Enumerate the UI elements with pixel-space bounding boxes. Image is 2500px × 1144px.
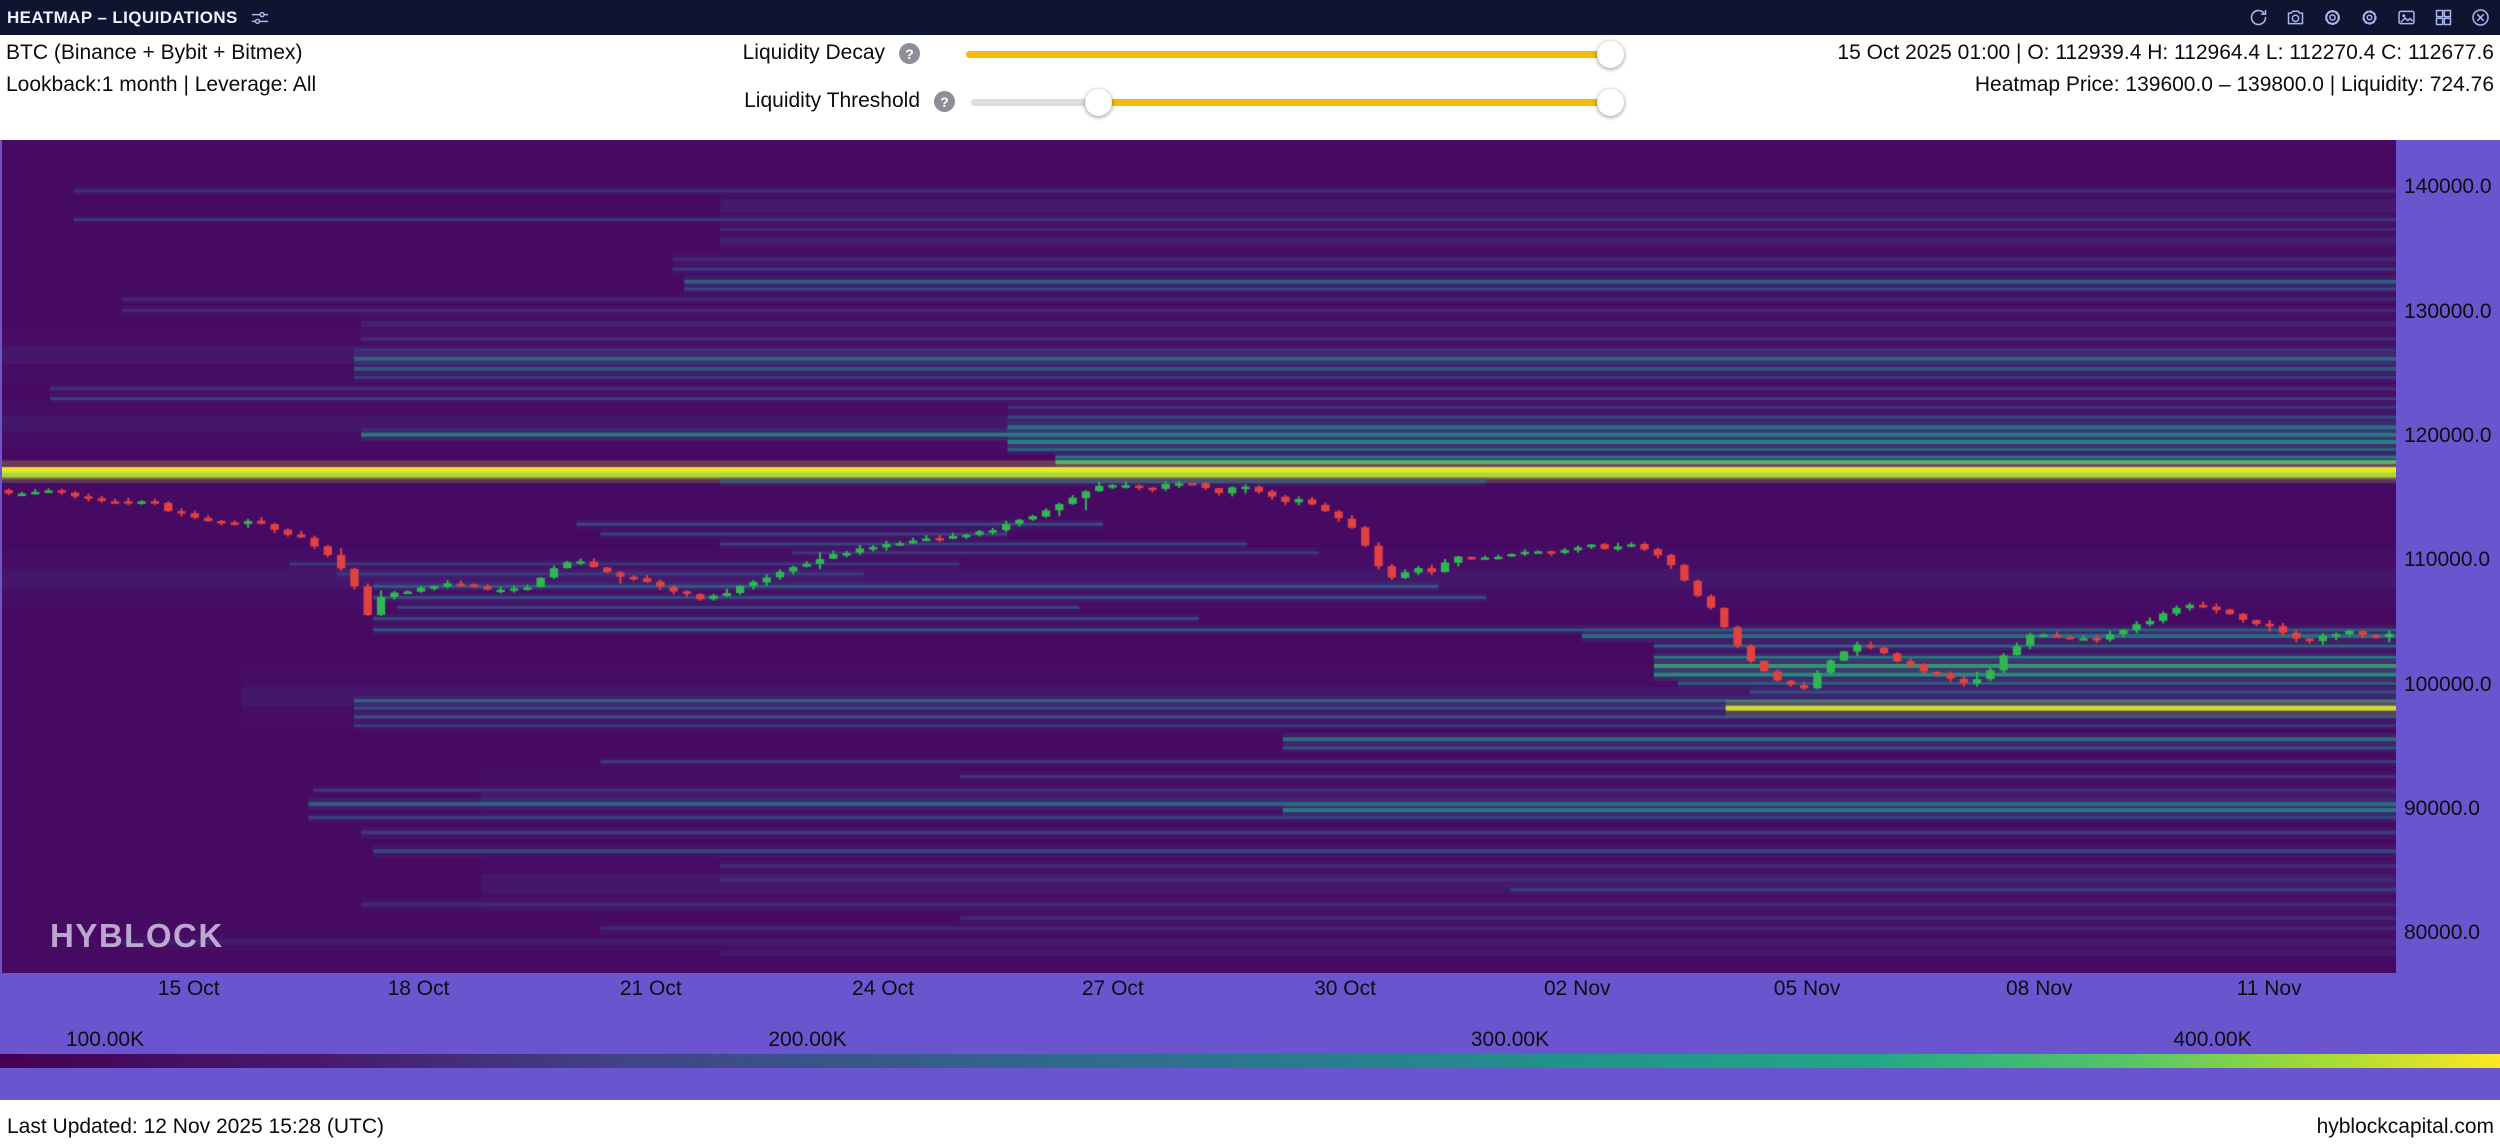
colorbar-gradient <box>0 1054 2500 1068</box>
ohlc-info: 15 Oct 2025 01:00 | O: 112939.4 H: 11296… <box>1837 41 2494 65</box>
liquidity-decay-handle[interactable] <box>1597 41 1624 68</box>
image-icon[interactable] <box>2396 7 2417 28</box>
slider-range-fill <box>1098 99 1610 106</box>
watermark: HYBLOCK <box>50 917 224 955</box>
settings-icon[interactable] <box>2322 7 2343 28</box>
y-axis-tick: 130000.0 <box>2404 300 2492 324</box>
website-link[interactable]: hyblockcapital.com <box>2317 1115 2494 1139</box>
liquidation-heatmap-chart[interactable] <box>2 140 2396 973</box>
y-axis-tick: 120000.0 <box>2404 424 2492 448</box>
colorbar-tick: 100.00K <box>40 1028 170 1052</box>
figure: HYBLOCK 140000.0 130000.0 120000.0 110000.0… <box>0 140 2500 1100</box>
liquidity-threshold-low-handle[interactable] <box>1085 89 1112 116</box>
slider-fill <box>966 51 1610 58</box>
y-axis-tick: 90000.0 <box>2404 797 2480 821</box>
liquidity-decay-label: Liquidity Decay <box>630 41 885 65</box>
liquidity-threshold-slider[interactable] <box>971 99 1620 106</box>
x-axis-tick: 11 Nov <box>2219 977 2319 1001</box>
x-axis-tick: 21 Oct <box>601 977 701 1001</box>
footer: Last Updated: 12 Nov 2025 15:28 (UTC) hy… <box>0 1100 2500 1144</box>
symbol-info: BTC (Binance + Bybit + Bitmex) <box>6 41 302 65</box>
x-axis-tick: 18 Oct <box>369 977 469 1001</box>
x-axis-tick: 05 Nov <box>1757 977 1857 1001</box>
filters-icon[interactable] <box>250 8 270 28</box>
x-axis-tick: 08 Nov <box>1989 977 2089 1001</box>
topbar-icon-row <box>2248 7 2491 28</box>
liquidity-decay-slider[interactable] <box>966 51 1620 58</box>
x-axis-tick: 27 Oct <box>1063 977 1163 1001</box>
y-axis-tick: 110000.0 <box>2404 548 2490 572</box>
x-axis-tick: 24 Oct <box>833 977 933 1001</box>
y-axis-tick: 80000.0 <box>2404 921 2480 945</box>
colorbar-tick: 400.00K <box>2148 1028 2278 1052</box>
liquidity-threshold-label: Liquidity Threshold <box>630 89 920 113</box>
x-axis-tick: 30 Oct <box>1295 977 1395 1001</box>
sync-icon[interactable] <box>2248 7 2269 28</box>
colorbar-tick: 300.00K <box>1445 1028 1575 1052</box>
close-icon[interactable] <box>2470 7 2491 28</box>
last-updated-text: Last Updated: 12 Nov 2025 15:28 (UTC) <box>7 1115 384 1139</box>
grid-icon[interactable] <box>2433 7 2454 28</box>
page-title: HEATMAP – LIQUIDATIONS <box>7 8 238 28</box>
topbar: HEATMAP – LIQUIDATIONS <box>0 0 2500 35</box>
heatmap-price-info: Heatmap Price: 139600.0 – 139800.0 | Liq… <box>1975 73 2494 97</box>
lookback-info: Lookback:1 month | Leverage: All <box>6 73 316 97</box>
x-axis-tick: 02 Nov <box>1527 977 1627 1001</box>
camera-icon[interactable] <box>2285 7 2306 28</box>
y-axis-tick: 100000.0 <box>2404 673 2492 697</box>
liquidity-threshold-high-handle[interactable] <box>1597 89 1624 116</box>
colorbar-tick: 200.00K <box>743 1028 873 1052</box>
y-axis-tick: 140000.0 <box>2404 175 2492 199</box>
x-axis-tick: 15 Oct <box>139 977 239 1001</box>
help-icon[interactable]: ? <box>899 43 920 64</box>
gear-icon[interactable] <box>2359 7 2380 28</box>
help-icon[interactable]: ? <box>934 91 955 112</box>
